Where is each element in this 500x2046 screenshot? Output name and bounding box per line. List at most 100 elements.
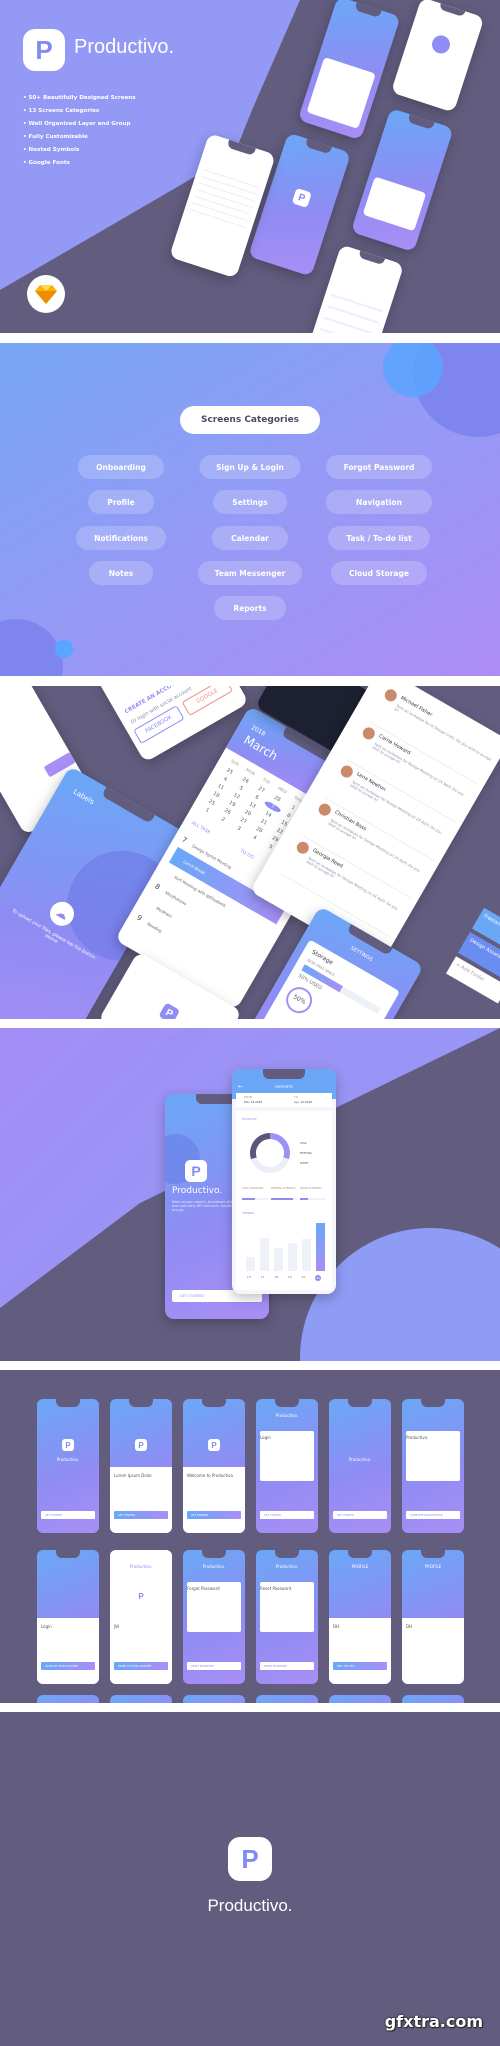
screen-title: Productivo. (406, 1435, 429, 1440)
to-date-select[interactable]: Apr. 10 2018 (294, 1100, 312, 1104)
task-day: 7 (180, 835, 189, 845)
screen-header: Productivo. (275, 1564, 299, 1569)
category-pill[interactable]: Team Messenger (198, 561, 302, 585)
screen-button[interactable]: COMPLETE REGISTRATION (406, 1511, 460, 1519)
screen-title: Welcome to Productivo (187, 1473, 233, 1478)
trend-day[interactable]: 20 (302, 1275, 306, 1281)
trend-bar (274, 1248, 283, 1271)
screen-thumbnail[interactable]: P Lorem Ipsum Dolor GET STARTED (110, 1399, 172, 1533)
decor-circle (55, 640, 73, 658)
app-logo: P (23, 29, 65, 71)
trend-day[interactable]: 21 (315, 1275, 322, 1281)
feature-item: • Nested Symbols (23, 147, 80, 153)
stat-bar-fill (271, 1198, 294, 1200)
app-name: Productivo. (207, 1896, 293, 1915)
watermark: gfxtra.com (384, 2012, 483, 2031)
footer-section: P Productivo. gfxtra.com (0, 1712, 500, 2046)
screen-button[interactable]: GET STARTED (41, 1511, 95, 1519)
screen-button[interactable]: GET STARTED (114, 1511, 168, 1519)
screen-button[interactable]: 50% 75% 25% (333, 1662, 387, 1670)
screen-thumbnail[interactable]: Productivo. Login GET STARTED (256, 1399, 318, 1533)
screen-thumbnail[interactable]: Productivo. P JW ENTER TO YOUR ACCOUNT (110, 1550, 172, 1684)
screen-thumbnail[interactable]: Login LOGIN TO YOUR ACCOUNT (37, 1550, 99, 1684)
stat-bar (271, 1198, 297, 1200)
screen-button[interactable]: ENTER TO YOUR ACCOUNT (114, 1662, 168, 1670)
category-pill[interactable]: Notifications (76, 526, 166, 550)
showcase-section: CREATE AN ACCOUNT Or login with social a… (0, 686, 500, 1019)
stat-label: EVENT ATTENDED (300, 1187, 322, 1190)
category-pill[interactable]: Reports (214, 596, 286, 620)
screen-thumbnail[interactable] (183, 1695, 245, 1703)
screen-button[interactable]: GET STARTED (187, 1511, 241, 1519)
trend-day[interactable]: 17 (261, 1275, 265, 1281)
category-pill[interactable]: Cloud Storage (331, 561, 427, 585)
screen-title: Reset Password (260, 1586, 292, 1591)
screen-thumbnail[interactable]: P Welcome to Productivo GET STARTED (183, 1399, 245, 1533)
screen-button[interactable]: RESET PASSWORD (187, 1662, 241, 1670)
screen-header: Productivo. (129, 1564, 153, 1569)
task-name: Reading (146, 920, 164, 934)
screen-thumbnail[interactable] (37, 1695, 99, 1703)
category-pill[interactable]: Notes (89, 561, 153, 585)
from-date-select[interactable]: Feb. 24 2018 (244, 1100, 262, 1104)
screen-thumbnail[interactable]: P Productivo. GET STARTED (37, 1399, 99, 1533)
avatar (338, 763, 355, 780)
reports-section: P Productivo. Retro occupy organic, stum… (0, 1028, 500, 1361)
phone-notch (347, 1399, 373, 1408)
screen-thumbnail[interactable] (402, 1695, 464, 1703)
category-pill[interactable]: Task / To-do list (328, 526, 430, 550)
task-day: 9 (135, 913, 144, 923)
screen-thumbnail[interactable] (256, 1695, 318, 1703)
phone-mockup (297, 0, 401, 141)
category-pill[interactable]: Onboarding (78, 455, 164, 479)
screen-thumbnail[interactable]: Productivo. GET STARTED (329, 1399, 391, 1533)
category-pill[interactable]: Forgot Password (326, 455, 432, 479)
feature-item: • 13 Screens Categories (23, 108, 100, 114)
screen-button[interactable]: GET STARTED (333, 1511, 387, 1519)
donut-chart (250, 1133, 290, 1173)
calendar-tab[interactable]: TO-DO (239, 849, 255, 861)
screen-thumbnail[interactable] (110, 1695, 172, 1703)
phone-notch (55, 1550, 81, 1559)
donut-slice (250, 1133, 271, 1160)
calendar-tab[interactable]: ALL TASK (190, 821, 211, 836)
trend-day[interactable]: 18 (274, 1275, 278, 1281)
phone-notch (55, 1399, 81, 1408)
screen-thumbnail[interactable]: Productivo. Forgot Password RESET PASSWORD (183, 1550, 245, 1684)
trend-bar-chart (244, 1223, 325, 1271)
donut-slice (250, 1157, 290, 1173)
category-pill[interactable]: Profile (88, 490, 154, 514)
category-pill[interactable]: Navigation (326, 490, 432, 514)
trend-day[interactable]: 19 (288, 1275, 292, 1281)
app-logo: P (62, 1439, 74, 1451)
category-pill[interactable]: Settings (213, 490, 287, 514)
stat-bar (242, 1198, 268, 1200)
stat-item: MEETING ATTENDED (271, 1187, 297, 1200)
facebook-button[interactable]: FACEBOOK (133, 705, 185, 745)
screen-button[interactable]: LOGIN TO YOUR ACCOUNT (41, 1662, 95, 1670)
screen-thumbnail[interactable] (329, 1695, 391, 1703)
donut-slice (269, 1133, 290, 1160)
phone-mockup (304, 244, 405, 333)
screen-thumbnail[interactable]: Productivo. COMPLETE REGISTRATION (402, 1399, 464, 1533)
decor-circle (0, 619, 63, 676)
trend-day[interactable]: 16 (247, 1275, 251, 1281)
avatar (360, 725, 377, 742)
screen-button[interactable]: GET STARTED (260, 1511, 314, 1519)
screen-title: Lorem Ipsum Dolor (114, 1473, 153, 1478)
screen-thumbnail[interactable]: PROFILE DH 50% 75% 25% (329, 1550, 391, 1684)
app-logo: P (135, 1439, 147, 1451)
screen-thumbnail[interactable]: Productivo. Reset Password RESET PASSWORD (256, 1550, 318, 1684)
screen-title: JW (114, 1624, 120, 1629)
trend-bar (316, 1223, 325, 1271)
category-pill[interactable]: Sign Up & Login (199, 455, 301, 479)
notification-name: Michael Fisher (399, 695, 434, 719)
phone-notch (420, 1399, 446, 1408)
screen-button[interactable]: RESET PASSWORD (260, 1662, 314, 1670)
task-day (146, 901, 153, 905)
screen-thumbnail[interactable]: PROFILE DH (402, 1550, 464, 1684)
stat-bar-fill (242, 1198, 255, 1200)
stat-item: EVENT ATTENDED (300, 1187, 326, 1200)
categories-section: Screens Categories Onboarding Sign Up & L… (0, 343, 500, 676)
category-pill[interactable]: Calendar (212, 526, 288, 550)
